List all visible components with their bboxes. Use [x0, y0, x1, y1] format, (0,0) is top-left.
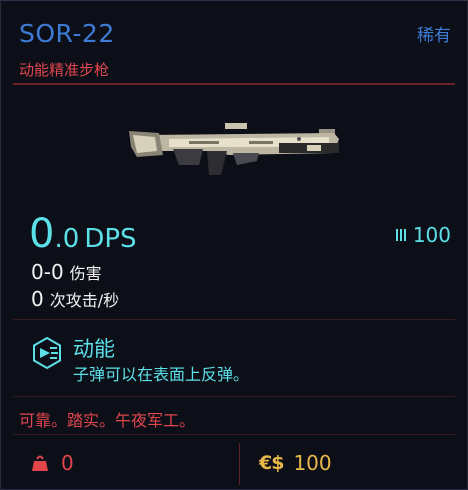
mod-description: 子弹可以在表面上反弹。	[73, 365, 250, 384]
weight-value: 0	[61, 451, 74, 475]
dps-fraction: .0	[54, 224, 80, 254]
price-value: 100	[293, 451, 332, 475]
kinetic-mod-icon	[33, 336, 61, 370]
attack-speed-label: 次攻击/秒	[49, 291, 120, 310]
currency-icon: €$	[259, 452, 284, 474]
dps-unit: DPS	[84, 224, 137, 254]
rifle-image	[129, 123, 339, 175]
item-name: SOR-22	[19, 19, 115, 48]
dps-readout: 0.0 DPS	[29, 211, 137, 257]
item-type: 动能精准步枪	[19, 61, 110, 79]
header-divider	[13, 83, 455, 85]
ammo-icon	[395, 229, 406, 241]
price-readout: €$ 100	[259, 451, 332, 475]
attack-speed-value: 0	[31, 287, 44, 311]
ammo-value: 100	[412, 223, 451, 247]
item-rarity: 稀有	[417, 26, 451, 46]
item-tooltip-card: SOR-22 稀有 动能精准步枪 0.0 DPS 100 0-0 伤害 0 次攻…	[0, 0, 468, 490]
ammo-counter: 100	[395, 223, 451, 247]
weight-icon	[32, 455, 48, 471]
mod-title: 动能	[73, 337, 115, 361]
damage-label: 伤害	[69, 264, 102, 283]
mod-divider	[13, 396, 455, 397]
footer-divider	[13, 434, 455, 435]
damage-value: 0-0	[31, 260, 64, 284]
flavor-text: 可靠。踏实。午夜军工。	[19, 411, 196, 430]
damage-stat: 0-0 伤害	[31, 260, 102, 284]
attack-speed-stat: 0 次攻击/秒	[31, 287, 119, 311]
weight-readout: 0	[31, 451, 74, 475]
dps-whole: 0	[29, 211, 55, 257]
stats-divider	[13, 319, 455, 320]
footer-vertical-divider	[239, 443, 240, 485]
